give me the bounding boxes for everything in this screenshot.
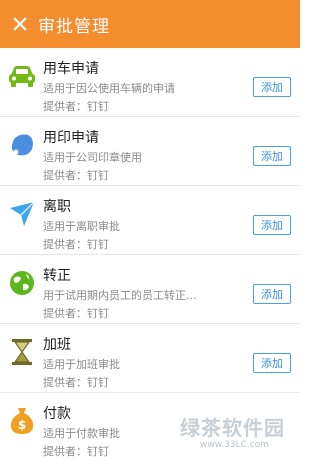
list-item-resignation: 离职 适用于离职审批 提供者：钉钉 添加 (0, 186, 300, 255)
item-title: 用车申请 (43, 61, 99, 77)
item-provider: 提供者：钉钉 (43, 100, 109, 113)
item-provider: 提供者：钉钉 (43, 238, 109, 251)
item-description: 适用于公司印章使用 (43, 151, 142, 164)
list-item-seal-request: 用印申请 适用于公司印章使用 提供者：钉钉 添加 (0, 117, 300, 186)
top-bar: 审批管理 (0, 0, 300, 48)
globe-icon (6, 267, 38, 299)
item-title: 转正 (43, 268, 71, 284)
list-item-car-request: 用车申请 适用于因公使用车辆的申请 提供者：钉钉 添加 (0, 48, 300, 117)
add-button-overtime[interactable]: 添加 (253, 353, 291, 373)
item-provider: 提供者：钉钉 (43, 445, 109, 458)
list-item-overtime: 加班 适用于加班审批 提供者：钉钉 添加 (0, 324, 300, 393)
svg-text:$: $ (18, 418, 26, 432)
item-title: 用印申请 (43, 130, 99, 146)
item-description: 适用于付款审批 (43, 427, 120, 440)
item-provider: 提供者：钉钉 (43, 307, 109, 320)
hourglass-icon (6, 336, 38, 368)
money-bag-icon: $ (6, 405, 38, 437)
add-button-seal-request[interactable]: 添加 (253, 146, 291, 166)
list-item-regularization: 转正 用于试用期内员工的员工转正... 提供者：钉钉 添加 (0, 255, 300, 324)
item-description: 用于试用期内员工的员工转正... (43, 289, 197, 302)
add-button-resignation[interactable]: 添加 (253, 215, 291, 235)
item-title: 离职 (43, 199, 71, 215)
item-description: 适用于离职审批 (43, 220, 120, 233)
seal-icon (6, 129, 38, 161)
item-title: 付款 (43, 406, 71, 422)
add-button-regularization[interactable]: 添加 (253, 284, 291, 304)
watermark-url: www.33LC.com (200, 440, 269, 450)
item-description: 适用于因公使用车辆的申请 (43, 82, 175, 95)
close-icon (13, 17, 27, 31)
car-icon (6, 60, 38, 92)
item-description: 适用于加班审批 (43, 358, 120, 371)
page-title: 审批管理 (38, 16, 110, 37)
close-button[interactable] (4, 0, 36, 48)
item-title: 加班 (43, 337, 71, 353)
paper-plane-icon (6, 198, 38, 230)
add-button-car-request[interactable]: 添加 (253, 77, 291, 97)
approval-template-list: 用车申请 适用于因公使用车辆的申请 提供者：钉钉 添加 用印申请 适用于公司印章… (0, 48, 300, 462)
item-provider: 提供者：钉钉 (43, 376, 109, 389)
item-provider: 提供者：钉钉 (43, 169, 109, 182)
watermark-text: 绿茶软件园 (180, 416, 285, 440)
